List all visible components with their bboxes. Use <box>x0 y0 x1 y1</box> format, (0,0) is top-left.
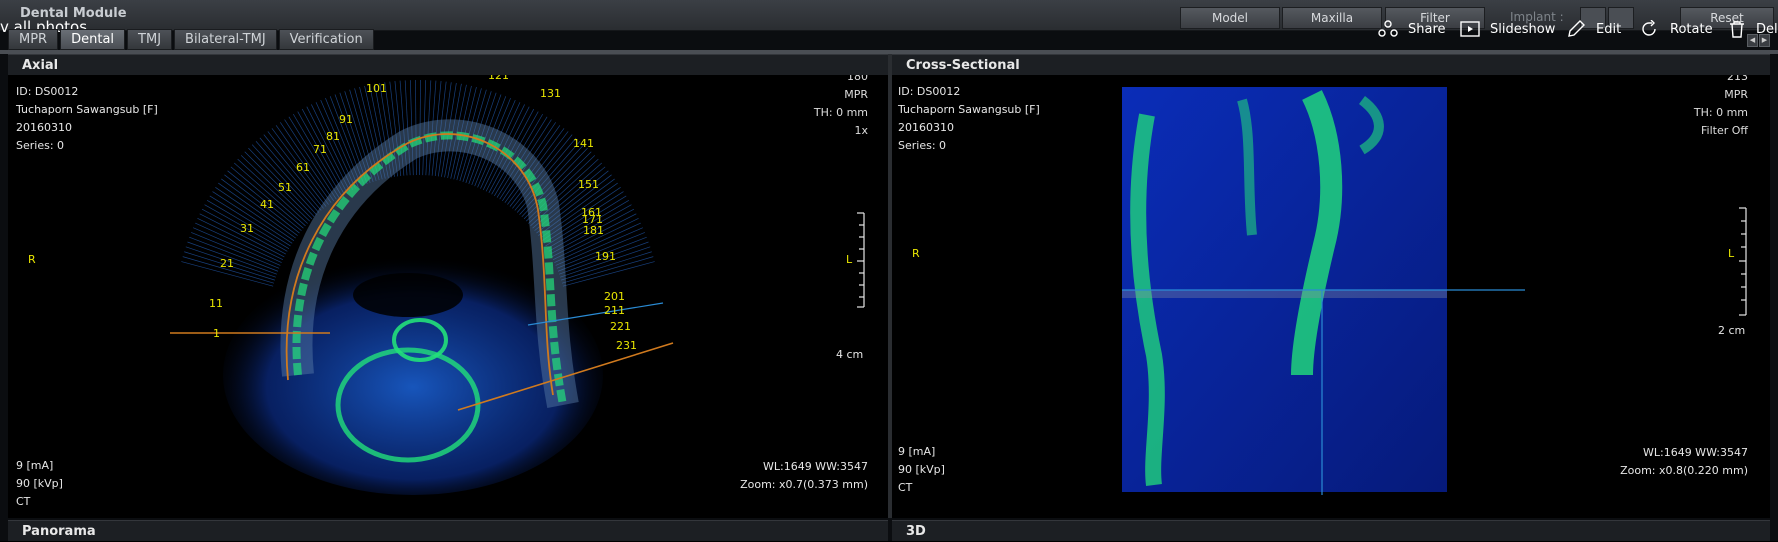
patient-id: ID: DS0012 <box>898 85 961 98</box>
zoom-factor: 1x <box>854 124 868 137</box>
patient-id: ID: DS0012 <box>16 85 79 98</box>
orientation-left: R <box>912 247 920 260</box>
cross-view-info: 213 MPR TH: 0 mm Filter Off <box>1694 75 1748 140</box>
tube-current: 9 [mA] <box>16 459 54 472</box>
cross-window-info: WL:1649 WW:3547 Zoom: x0.8(0.220 mm) <box>1620 444 1748 480</box>
tab-scroll-arrows: ◀ ▶ <box>1746 34 1770 47</box>
edit-label: Edit <box>1596 21 1622 37</box>
tube-voltage: 90 [kVp] <box>898 463 945 476</box>
tab-bilateral-tmj[interactable]: Bilateral-TMJ <box>174 29 277 50</box>
cross-scale-bar <box>1739 207 1747 316</box>
axial-patient-info: ID: DS0012 Tuchaporn Sawangsub [F] 20160… <box>16 83 158 155</box>
model-button[interactable]: Model <box>1180 7 1280 29</box>
cross-sectional-panel-header: Cross-Sectional <box>892 54 1770 75</box>
airway <box>353 273 463 317</box>
filter-status: Filter Off <box>1701 124 1748 137</box>
series-number: Series: 0 <box>898 139 947 152</box>
pencil-icon <box>1568 20 1585 37</box>
mode-tabs: MPR Dental TMJ Bilateral-TMJ Verificatio… <box>8 29 376 50</box>
dental-viewer-app: Dental Module v all photos Model Maxilla… <box>0 0 1778 541</box>
axial-scale-label: 4 cm <box>836 348 864 361</box>
cross-sectional-viewport[interactable]: ID: DS0012 Tuchaporn Sawangsub [F] 20160… <box>892 75 1770 518</box>
share-action[interactable]: Share <box>1378 18 1446 40</box>
title-bar: Dental Module v all photos Model Maxilla… <box>0 0 1778 38</box>
scroll-right-icon[interactable]: ▶ <box>1759 34 1770 47</box>
orientation-left: R <box>28 253 36 266</box>
tab-verification[interactable]: Verification <box>278 29 374 50</box>
slice-thickness: TH: 0 mm <box>1693 106 1748 119</box>
panorama-panel-header: Panorama <box>8 520 888 541</box>
modality: CT <box>898 481 913 494</box>
tab-mpr[interactable]: MPR <box>8 29 59 50</box>
modality: CT <box>16 495 31 508</box>
arch-label: 91 <box>339 113 353 126</box>
arch-label: 51 <box>278 181 292 194</box>
arch-label: 61 <box>296 161 310 174</box>
tab-tmj[interactable]: TMJ <box>127 29 173 50</box>
three-d-panel-header: 3D <box>892 520 1770 541</box>
window-level: WL:1649 WW:3547 <box>1642 446 1748 459</box>
axial-panel-header: Axial <box>8 54 888 75</box>
share-label: Share <box>1408 21 1446 37</box>
edit-action[interactable]: Edit <box>1566 18 1621 40</box>
arch-label: 1 <box>213 327 220 340</box>
tube-current: 9 [mA] <box>898 445 936 458</box>
slideshow-label: Slideshow <box>1490 21 1556 37</box>
zoom-info: Zoom: x0.7(0.373 mm) <box>740 478 868 491</box>
orientation-right: L <box>846 253 853 266</box>
arch-label: 121 <box>488 75 509 82</box>
arch-label: 11 <box>209 297 223 310</box>
axial-view-info: 180 MPR TH: 0 mm 1x <box>814 75 868 140</box>
rotate-icon <box>1642 20 1656 36</box>
slice-thickness: TH: 0 mm <box>813 106 868 119</box>
study-date: 20160310 <box>16 121 72 134</box>
study-date: 20160310 <box>898 121 954 134</box>
axial-window-info: WL:1649 WW:3547 Zoom: x0.7(0.373 mm) <box>740 458 868 494</box>
cross-acquisition-info: 9 [mA] 90 [kVp] CT <box>898 443 945 497</box>
arch-label: 31 <box>240 222 254 235</box>
zoom-info: Zoom: x0.8(0.220 mm) <box>1620 464 1748 477</box>
render-mode: MPR <box>844 88 868 101</box>
rotate-label: Rotate <box>1670 21 1713 37</box>
axial-viewport[interactable]: 1 11 21 31 41 51 61 71 81 91 101 121 131… <box>8 75 888 518</box>
artifact-band <box>1122 290 1447 298</box>
slideshow-icon <box>1460 21 1480 37</box>
slice-number: 180 <box>847 75 868 83</box>
cross-patient-info: ID: DS0012 Tuchaporn Sawangsub [F] 20160… <box>898 83 1040 155</box>
orientation-right: L <box>1728 247 1735 260</box>
arch-label: 71 <box>313 143 327 156</box>
arch-label: 141 <box>573 137 594 150</box>
arch-label: 231 <box>616 339 637 352</box>
maxilla-button[interactable]: Maxilla <box>1282 7 1382 29</box>
arch-label: 41 <box>260 198 274 211</box>
window-level: WL:1649 WW:3547 <box>762 460 868 473</box>
patient-name: Tuchaporn Sawangsub [F] <box>16 103 158 116</box>
series-number: Series: 0 <box>16 139 65 152</box>
axial-acquisition-info: 9 [mA] 90 [kVp] CT <box>16 457 63 511</box>
rotate-action[interactable]: Rotate <box>1640 18 1713 40</box>
arch-label: 191 <box>595 250 616 263</box>
arch-label: 131 <box>540 87 561 100</box>
patient-name: Tuchaporn Sawangsub [F] <box>898 103 1040 116</box>
cross-scale-label: 2 cm <box>1718 324 1746 337</box>
trash-icon <box>1730 21 1744 38</box>
arch-label: 21 <box>220 257 234 270</box>
tab-dental[interactable]: Dental <box>60 29 126 50</box>
axial-scale-bar <box>857 212 865 308</box>
render-mode: MPR <box>1724 88 1748 101</box>
scroll-left-icon[interactable]: ◀ <box>1747 34 1758 47</box>
share-icon <box>1378 20 1398 37</box>
arch-label: 221 <box>610 320 631 333</box>
slideshow-action[interactable]: Slideshow <box>1460 18 1555 40</box>
tube-voltage: 90 [kVp] <box>16 477 63 490</box>
arch-label: 151 <box>578 178 599 191</box>
arch-label: 81 <box>326 130 340 143</box>
arch-label: 101 <box>366 82 387 95</box>
slice-number: 213 <box>1727 75 1748 83</box>
arch-label: 181 <box>583 224 604 237</box>
